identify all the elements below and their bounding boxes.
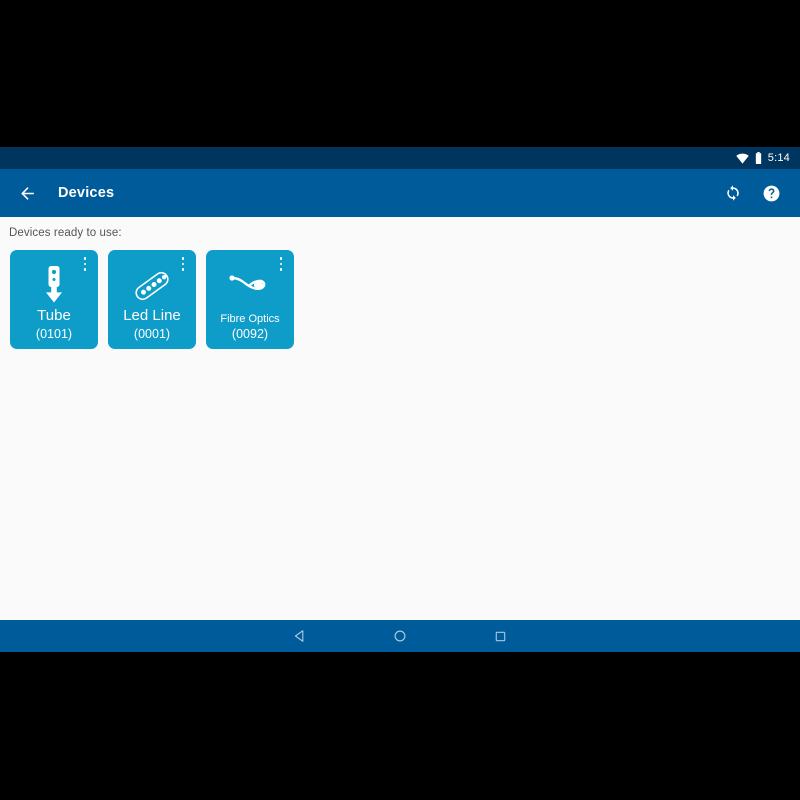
wifi-icon: [736, 153, 749, 164]
fibre-optics-icon: [206, 264, 294, 308]
device-code: (0001): [133, 327, 171, 341]
nav-recents-icon[interactable]: [450, 620, 550, 652]
device-name: Led Line: [123, 307, 181, 324]
device-code: (0101): [35, 327, 73, 341]
back-arrow-icon[interactable]: [10, 176, 44, 210]
device-name: Fibre Optics: [220, 313, 280, 325]
battery-icon: [755, 152, 762, 164]
nav-back-icon[interactable]: [250, 620, 350, 652]
device-card-led-line[interactable]: Led Line (0001): [108, 250, 196, 349]
section-label: Devices ready to use:: [9, 227, 122, 239]
content-area: Devices ready to use: Tube (0101) Led Li…: [0, 217, 800, 620]
refresh-icon[interactable]: [716, 176, 750, 210]
letterbox-background: 5:14 Devices Devices ready to use: Tube …: [0, 0, 800, 800]
help-icon[interactable]: [754, 176, 788, 210]
nav-home-icon[interactable]: [350, 620, 450, 652]
tube-icon: [10, 264, 98, 308]
page-title: Devices: [58, 185, 115, 201]
device-viewport: 5:14 Devices Devices ready to use: Tube …: [0, 147, 800, 652]
device-name: Tube: [37, 307, 71, 324]
device-code: (0092): [231, 327, 269, 341]
status-clock: 5:14: [767, 152, 790, 164]
device-grid: Tube (0101) Led Line (0001) Fibre Optics…: [10, 250, 304, 349]
status-bar: 5:14: [0, 147, 800, 169]
nav-spacer-right: [550, 620, 650, 652]
led-line-icon: [108, 264, 196, 308]
device-card-fibre-optics[interactable]: Fibre Optics (0092): [206, 250, 294, 349]
app-toolbar: Devices: [0, 169, 800, 217]
android-navigation-bar: [0, 620, 800, 652]
device-card-tube[interactable]: Tube (0101): [10, 250, 98, 349]
nav-spacer-left: [150, 620, 250, 652]
